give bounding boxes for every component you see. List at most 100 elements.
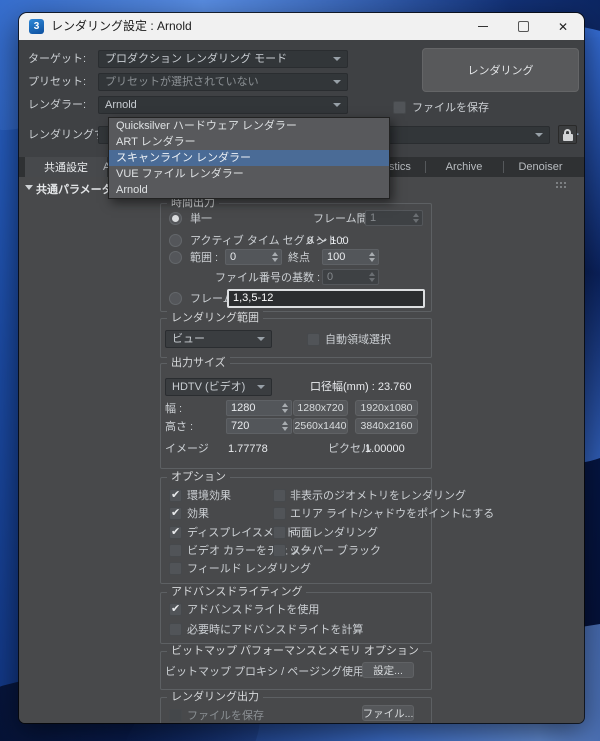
tab-separator	[503, 161, 504, 173]
single-radio[interactable]	[169, 212, 182, 225]
rollout-grip-icon[interactable]	[556, 182, 558, 184]
effects-checkbox[interactable]	[169, 506, 182, 520]
render-output-save-file-checkbox[interactable]	[169, 709, 182, 722]
height-label: 高さ :	[165, 421, 194, 433]
desktop-wallpaper: 3 レンダリング設定 : Arnold ✕ ターゲット: プロダクション レンダ…	[0, 0, 600, 741]
width-spinner[interactable]: 1280	[226, 400, 292, 416]
file-base-label: ファイル番号の基数 :	[215, 272, 321, 284]
close-button[interactable]: ✕	[545, 13, 581, 40]
area-lights-as-points-checkbox[interactable]	[273, 507, 286, 520]
preset-dropdown[interactable]: プリセットが選択されていない	[98, 73, 348, 91]
video-color-check-checkbox[interactable]	[169, 544, 182, 557]
super-black-checkbox[interactable]	[273, 544, 286, 557]
preset-1920x1080-button[interactable]: 1920x1080	[355, 400, 418, 416]
spinner-arrows-icon[interactable]	[369, 252, 375, 262]
width-label: 幅 :	[165, 403, 183, 415]
compute-advanced-lighting-checkbox[interactable]	[169, 623, 182, 636]
area-mode-dropdown[interactable]: ビュー	[165, 330, 272, 348]
dropdown-item-quicksilver[interactable]: Quicksilver ハードウェア レンダラー	[109, 118, 389, 134]
chevron-down-icon	[257, 337, 265, 341]
rollout-collapse-icon[interactable]	[25, 185, 33, 190]
rollout-title[interactable]: 共通パラメータ	[36, 181, 113, 197]
maximize-button[interactable]	[505, 13, 541, 40]
target-value: プロダクション レンダリング モード	[105, 53, 288, 65]
displacement-checkbox[interactable]	[169, 525, 182, 539]
renderer-label: レンダラー:	[28, 99, 87, 111]
range-radio[interactable]	[169, 251, 182, 264]
file-base-spinner[interactable]: 0	[322, 269, 379, 285]
render-output-save-file-label: ファイルを保存	[187, 710, 264, 722]
area-to-render-title: レンダリング範囲	[167, 311, 263, 325]
preset-value: プリセットが選択されていない	[105, 76, 259, 88]
renderer-dropdown-list: Quicksilver ハードウェア レンダラー ART レンダラー スキャンラ…	[108, 117, 390, 199]
target-label: ターゲット:	[28, 53, 87, 65]
chevron-down-icon	[333, 103, 341, 107]
pixel-aspect-value: 1.00000	[365, 443, 405, 455]
minimize-icon	[478, 25, 488, 28]
minimize-button[interactable]	[465, 13, 501, 40]
chevron-down-icon	[333, 57, 341, 61]
close-icon: ✕	[557, 19, 569, 34]
auto-region-label: 自動領域選択	[325, 334, 391, 346]
range-end-spinner[interactable]: 100	[322, 249, 379, 265]
dropdown-item-art[interactable]: ART レンダラー	[109, 134, 389, 150]
advanced-lighting-title: アドバンスドライティング	[167, 585, 307, 599]
maximize-icon	[517, 21, 529, 32]
field-render-checkbox[interactable]	[169, 562, 182, 575]
frames-radio[interactable]	[169, 292, 182, 305]
render-output-title: レンダリング出力	[167, 690, 263, 704]
bitmap-setup-button[interactable]: 設定...	[362, 662, 414, 678]
save-file-label: ファイルを保存	[412, 102, 489, 114]
spinner-arrows-icon[interactable]	[413, 213, 419, 223]
range-start-spinner[interactable]: 0	[225, 249, 282, 265]
output-size-preset-dropdown[interactable]: HDTV (ビデオ)	[165, 378, 272, 396]
preset-1280x720-button[interactable]: 1280x720	[293, 400, 348, 416]
range-end-label: 終点	[288, 252, 310, 264]
tab-denoiser[interactable]: Denoiser	[503, 157, 578, 177]
lock-view-button[interactable]	[558, 125, 577, 144]
preset-3840x2160-button[interactable]: 3840x2160	[355, 418, 418, 434]
output-size-preset-value: HDTV (ビデオ)	[172, 381, 246, 393]
preset-label: プリセット:	[28, 76, 87, 88]
save-file-checkbox[interactable]	[393, 101, 406, 114]
render-hidden-geometry-label: 非表示のジオメトリをレンダリング	[290, 490, 466, 502]
renderer-value: Arnold	[105, 99, 137, 111]
env-effects-label: 環境効果	[187, 490, 231, 502]
use-advanced-lighting-checkbox[interactable]	[169, 602, 182, 616]
frames-input[interactable]: 1,3,5-12	[227, 289, 425, 308]
two-sided-label: 両面レンダリング	[290, 527, 378, 539]
spinner-arrows-icon[interactable]	[282, 421, 288, 431]
dropdown-item-vue[interactable]: VUE ファイル レンダラー	[109, 166, 389, 182]
super-black-label: スーパー ブラック	[290, 545, 381, 557]
render-hidden-geometry-checkbox[interactable]	[273, 489, 286, 502]
window-title: レンダリング設定 : Arnold	[51, 19, 192, 33]
preset-2560x1440-button[interactable]: 2560x1440	[293, 418, 348, 434]
effects-label: 効果	[187, 508, 209, 520]
chevron-down-icon	[257, 385, 265, 389]
spinner-arrows-icon[interactable]	[282, 403, 288, 413]
spinner-arrows-icon[interactable]	[272, 252, 278, 262]
spinner-arrows-icon[interactable]	[369, 272, 375, 282]
image-aspect-value: 1.77778	[228, 443, 268, 455]
env-effects-checkbox[interactable]	[169, 488, 182, 502]
tab-separator	[425, 161, 426, 173]
compute-advanced-lighting-label: 必要時にアドバンスドライトを計算	[187, 624, 364, 636]
active-segment-radio[interactable]	[169, 234, 182, 247]
frame-interval-spinner[interactable]: 1	[365, 210, 423, 226]
field-render-label: フィールド レンダリング	[187, 563, 311, 575]
chevron-down-icon	[333, 80, 341, 84]
title-bar[interactable]: 3 レンダリング設定 : Arnold ✕	[19, 13, 584, 40]
render-output-files-button[interactable]: ファイル...	[362, 705, 414, 721]
height-spinner[interactable]: 720	[226, 418, 292, 434]
chevron-down-icon	[535, 133, 543, 137]
tab-common-settings[interactable]: 共通設定	[25, 157, 107, 177]
tab-archive[interactable]: Archive	[425, 157, 503, 177]
dropdown-item-arnold[interactable]: Arnold	[109, 182, 389, 198]
render-button[interactable]: レンダリング	[422, 48, 579, 92]
dropdown-item-scanline[interactable]: スキャンライン レンダラー	[109, 150, 389, 166]
renderer-dropdown[interactable]: Arnold	[98, 96, 348, 114]
output-size-title: 出力サイズ	[167, 356, 230, 370]
target-dropdown[interactable]: プロダクション レンダリング モード	[98, 50, 348, 68]
auto-region-checkbox[interactable]	[307, 333, 320, 346]
two-sided-checkbox[interactable]	[273, 526, 286, 539]
